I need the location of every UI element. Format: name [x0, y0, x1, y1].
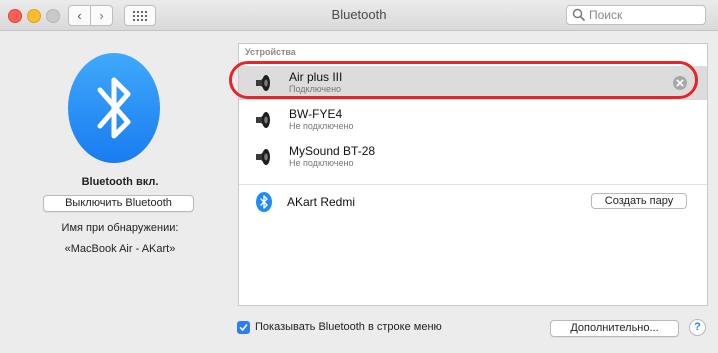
discoverable-label: Имя при обнаружении:: [61, 222, 179, 234]
turn-off-bluetooth-button[interactable]: Выключить Bluetooth: [43, 195, 194, 212]
search-input[interactable]: [589, 8, 699, 22]
device-status: Не подключено: [289, 121, 354, 131]
search-icon: [572, 8, 586, 22]
bluetooth-large-icon: [68, 53, 160, 163]
device-name: AKart Redmi: [287, 195, 356, 209]
highlight-annotation: [229, 61, 698, 99]
device-row-mysound[interactable]: MySound BT-28 Не подключено: [239, 140, 707, 174]
title-bar: ‹ › Bluetooth: [0, 0, 718, 31]
show-in-menu-label[interactable]: Показывать Bluetooth в строке меню: [255, 321, 442, 333]
speaker-icon: [256, 149, 270, 165]
discoverable-name: «MacBook Air - AKart»: [64, 243, 176, 255]
device-row-bw-fye4[interactable]: BW-FYE4 Не подключено: [239, 103, 707, 137]
device-row-akart-redmi[interactable]: AKart Redmi Создать пару: [239, 185, 707, 219]
devices-section-header: Устройства: [245, 47, 296, 57]
advanced-button[interactable]: Дополнительно...: [550, 320, 679, 337]
show-in-menu-checkbox[interactable]: [237, 321, 250, 334]
speaker-icon: [256, 112, 270, 128]
pair-button[interactable]: Создать пару: [591, 193, 687, 209]
help-button[interactable]: ?: [689, 319, 706, 336]
device-name: BW-FYE4: [289, 107, 343, 121]
search-field[interactable]: [566, 5, 706, 25]
device-name: MySound BT-28: [289, 144, 376, 158]
device-status: Не подключено: [289, 158, 354, 168]
bluetooth-status: Bluetooth вкл.: [81, 176, 159, 188]
checkmark-icon: [239, 324, 248, 331]
bluetooth-icon: [256, 192, 272, 212]
